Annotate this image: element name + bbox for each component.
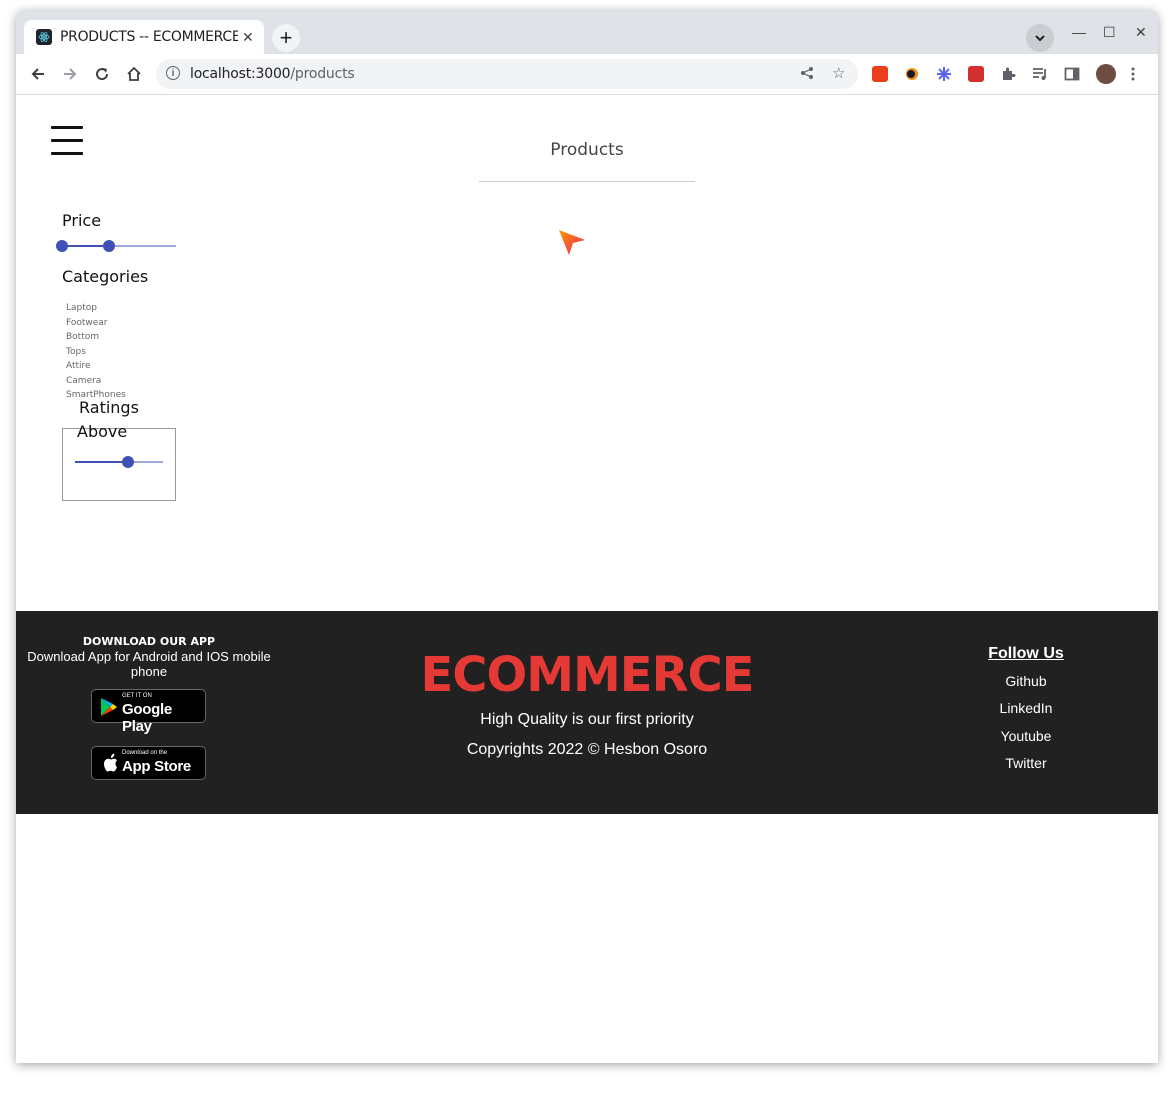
download-app-description: Download App for Android and IOS mobile … (27, 649, 271, 679)
price-max-thumb[interactable] (103, 240, 115, 252)
tab-title: PRODUCTS -- ECOMMERCE (60, 29, 238, 45)
tab-close-icon[interactable]: ✕ (242, 29, 254, 46)
profile-avatar[interactable] (1096, 64, 1116, 84)
brand-logo-text: ECOMMERCE (420, 647, 754, 703)
google-play-label: Google Play (122, 701, 172, 735)
url-host: localhost:3000 (190, 66, 291, 82)
menu-kebab-icon[interactable] (1130, 66, 1136, 82)
google-play-small-text: GET IT ON (122, 693, 152, 699)
tab-search-button[interactable] (1026, 24, 1054, 52)
price-min-thumb[interactable] (56, 240, 68, 252)
categories-title: Categories (62, 267, 149, 286)
category-item-footwear[interactable]: Footwear (66, 316, 126, 331)
browser-tab[interactable]: PRODUCTS -- ECOMMERCE ✕ (24, 20, 264, 54)
category-item-laptop[interactable]: Laptop (66, 301, 126, 316)
side-panel-icon[interactable] (1064, 66, 1080, 82)
category-item-tops[interactable]: Tops (66, 345, 126, 360)
reload-icon (96, 68, 109, 81)
app-store-small-text: Download on the (122, 750, 168, 756)
social-link-github[interactable]: Github (956, 673, 1096, 689)
ratings-label: Above (77, 422, 128, 441)
chevron-down-icon (1035, 35, 1045, 42)
app-store-button[interactable]: Download on the App Store (91, 746, 206, 780)
bookmark-star-icon[interactable]: ☆ (832, 64, 845, 82)
tagline: High Quality is our first priority (480, 711, 694, 728)
maximize-button[interactable]: ☐ (1103, 24, 1116, 41)
new-tab-button[interactable]: + (272, 24, 300, 52)
reload-button[interactable] (91, 63, 113, 85)
ratings-legend: Ratings (77, 398, 141, 417)
price-filter-title: Price (62, 211, 102, 230)
close-window-button[interactable]: ✕ (1135, 24, 1147, 41)
extension-1-icon[interactable] (872, 66, 888, 82)
apple-icon (104, 753, 117, 772)
extensions-puzzle-icon[interactable] (1000, 66, 1016, 82)
arrow-left-icon (31, 68, 44, 80)
category-list: Laptop Footwear Bottom Tops Attire Camer… (66, 301, 126, 403)
minimize-button[interactable]: — (1072, 24, 1086, 40)
google-play-button[interactable]: GET IT ON Google Play (91, 689, 206, 735)
url-text: localhost:3000/products (190, 66, 355, 82)
google-play-icon (101, 698, 117, 716)
home-button[interactable] (123, 63, 145, 85)
social-link-youtube[interactable]: Youtube (956, 728, 1096, 744)
browser-window: PRODUCTS -- ECOMMERCE ✕ + — ☐ ✕ i localh… (16, 10, 1158, 1063)
loader-cursor-icon (557, 228, 587, 263)
social-link-linkedin[interactable]: LinkedIn (956, 700, 1096, 716)
extension-4-icon[interactable] (968, 66, 984, 82)
page-content: Products Price Categories Laptop Footwea… (16, 95, 1158, 1063)
price-slider-fill (62, 245, 109, 247)
tab-strip: PRODUCTS -- ECOMMERCE ✕ + — ☐ ✕ (16, 10, 1158, 54)
forward-button[interactable] (59, 63, 81, 85)
address-bar[interactable]: i localhost:3000/products ☆ (156, 59, 858, 89)
extension-2-icon[interactable] (904, 66, 920, 82)
react-favicon-icon (36, 29, 52, 45)
category-item-bottom[interactable]: Bottom (66, 330, 126, 345)
follow-us-title: Follow Us (988, 645, 1064, 662)
copyright: Copyrights 2022 © Hesbon Osoro (466, 741, 708, 758)
extension-3-icon[interactable] (936, 66, 952, 82)
url-path: /products (290, 66, 355, 82)
media-queue-icon[interactable] (1032, 66, 1048, 82)
browser-toolbar: i localhost:3000/products ☆ (16, 54, 1158, 95)
category-item-camera[interactable]: Camera (66, 374, 126, 389)
ratings-slider-fill (75, 461, 128, 463)
share-icon[interactable] (800, 66, 814, 84)
footer: DOWNLOAD OUR APP Download App for Androi… (16, 611, 1158, 814)
site-info-icon[interactable]: i (166, 66, 180, 80)
category-item-attire[interactable]: Attire (66, 359, 126, 374)
back-button[interactable] (27, 63, 49, 85)
arrow-right-icon (64, 68, 77, 80)
page-title: Products (479, 140, 695, 182)
ratings-slider-thumb[interactable] (122, 456, 134, 468)
download-app-title: DOWNLOAD OUR APP (82, 635, 216, 648)
home-icon (127, 66, 141, 81)
app-store-label: App Store (122, 758, 191, 775)
hamburger-menu-icon[interactable] (51, 126, 83, 158)
social-link-twitter[interactable]: Twitter (956, 755, 1096, 771)
